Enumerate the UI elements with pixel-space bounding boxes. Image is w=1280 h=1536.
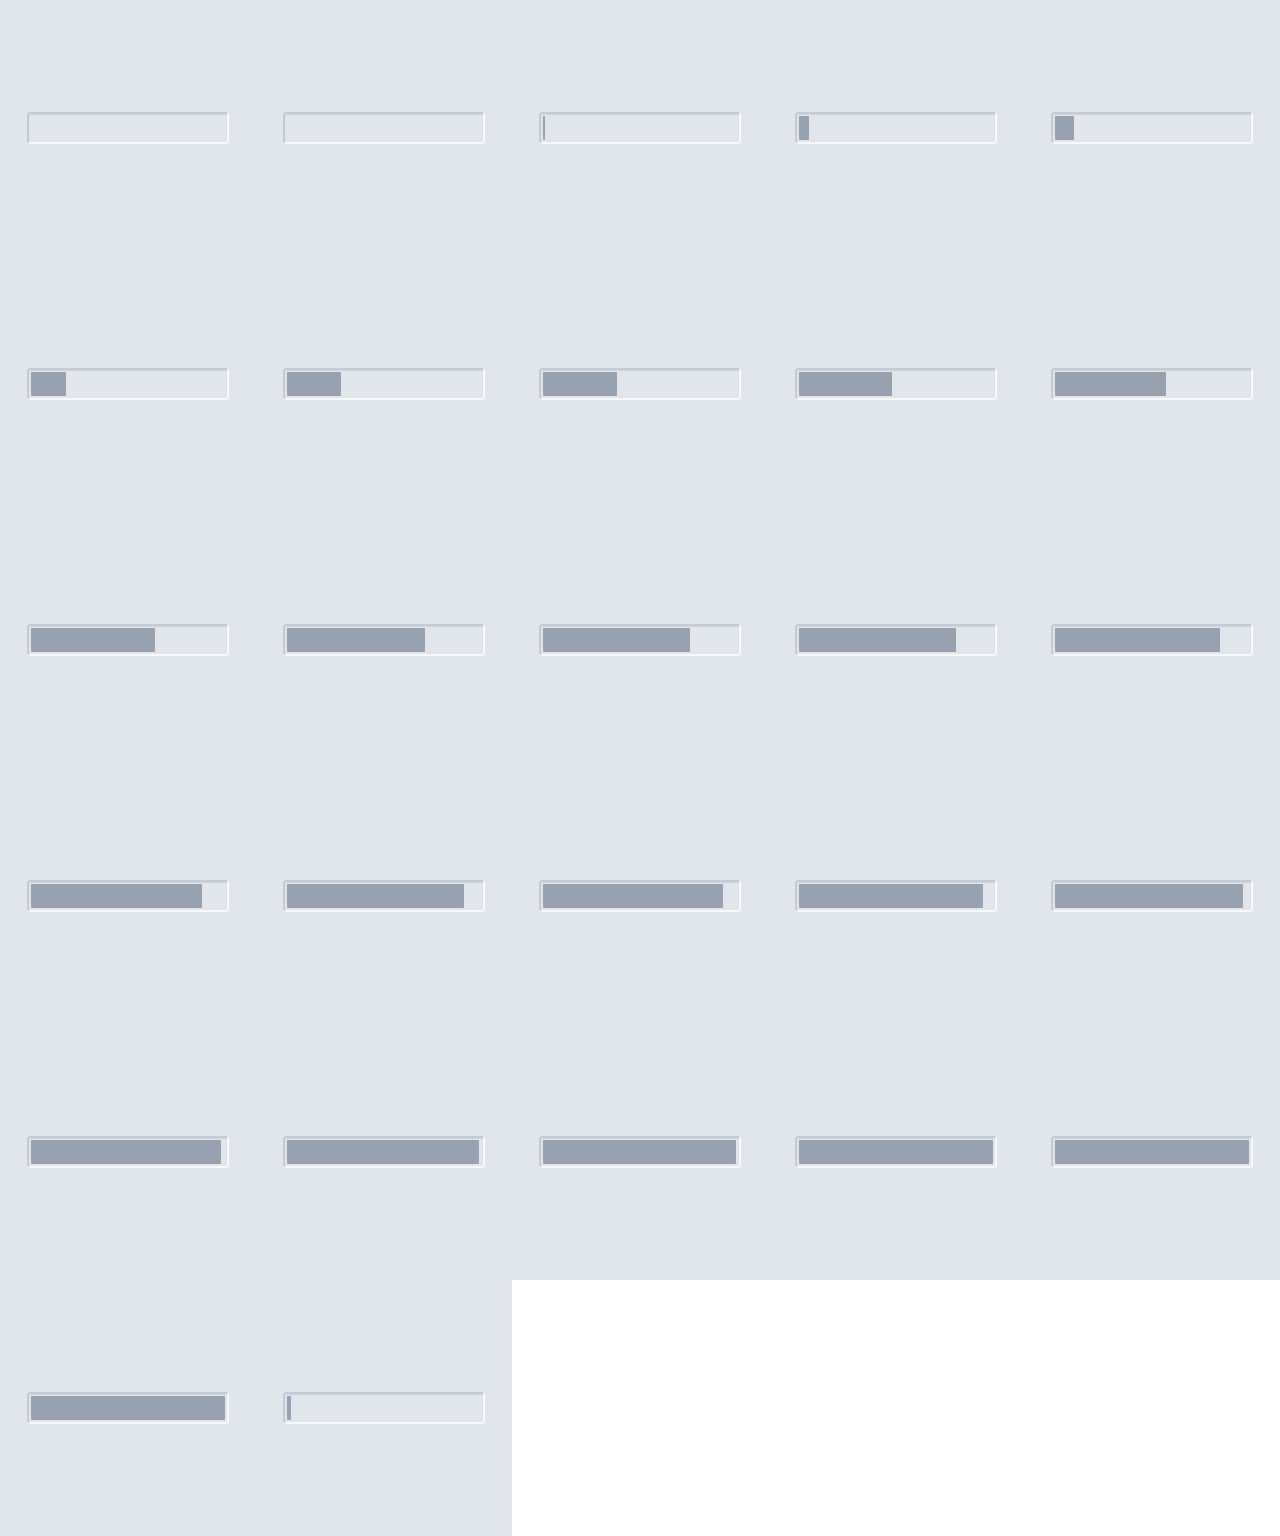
progress-fill: [31, 1396, 225, 1420]
progress-cell: [0, 1024, 256, 1280]
progress-cell: [768, 256, 1024, 512]
progress-bar: [27, 1136, 229, 1168]
progress-cell: [0, 768, 256, 1024]
progress-bar: [283, 880, 485, 912]
progress-cell: [768, 768, 1024, 1024]
progress-fill: [799, 372, 892, 396]
progress-bar: [539, 1136, 741, 1168]
progress-cell: [256, 0, 512, 256]
progress-bar: [283, 368, 485, 400]
progress-bar: [27, 880, 229, 912]
progress-fill: [1055, 372, 1166, 396]
progress-fill: [287, 1140, 479, 1164]
progress-bar: [283, 1392, 485, 1424]
progress-cell: [0, 1280, 256, 1536]
progress-fill: [287, 628, 425, 652]
progress-fill: [31, 884, 202, 908]
progress-cell: [512, 256, 768, 512]
progress-cell: [0, 0, 256, 256]
progress-bar: [283, 112, 485, 144]
progress-bar: [1051, 624, 1253, 656]
progress-fill: [799, 1140, 993, 1164]
progress-bar: [795, 112, 997, 144]
progress-fill: [31, 372, 66, 396]
progress-fill: [543, 1140, 736, 1164]
progress-bar: [1051, 112, 1253, 144]
progress-cell: [1024, 512, 1280, 768]
progress-cell: [0, 512, 256, 768]
progress-fill: [543, 116, 545, 140]
progress-fill: [543, 628, 690, 652]
progress-bar: [795, 1136, 997, 1168]
progress-cell: [1024, 768, 1280, 1024]
progress-fill: [287, 1396, 291, 1420]
progress-cell: [768, 512, 1024, 768]
progress-bar: [539, 624, 741, 656]
progress-fill: [1055, 116, 1074, 140]
progress-cell: [256, 1024, 512, 1280]
progress-cell: [1024, 1024, 1280, 1280]
progress-bar-sheet: [0, 0, 1280, 1536]
progress-fill: [799, 884, 983, 908]
progress-cell: [768, 1024, 1024, 1280]
progress-bar: [27, 112, 229, 144]
progress-cell: [256, 768, 512, 1024]
progress-bar: [1051, 368, 1253, 400]
progress-cell: [512, 0, 768, 256]
progress-fill: [799, 628, 956, 652]
progress-fill: [1055, 884, 1243, 908]
progress-bar: [539, 112, 741, 144]
progress-cell: [1024, 0, 1280, 256]
progress-fill: [543, 372, 617, 396]
progress-fill: [1055, 628, 1220, 652]
progress-bar: [539, 368, 741, 400]
progress-bar: [795, 368, 997, 400]
progress-cell: [512, 512, 768, 768]
progress-fill: [31, 628, 155, 652]
progress-bar: [27, 1392, 229, 1424]
progress-fill: [543, 884, 723, 908]
progress-fill: [287, 372, 341, 396]
progress-fill: [1055, 1140, 1249, 1164]
progress-bar: [539, 880, 741, 912]
progress-bar: [283, 1136, 485, 1168]
progress-cell: [256, 512, 512, 768]
progress-bar: [1051, 880, 1253, 912]
progress-bar: [795, 624, 997, 656]
progress-cell: [256, 256, 512, 512]
progress-cell: [256, 1280, 512, 1536]
progress-bar: [27, 624, 229, 656]
progress-fill: [31, 1140, 221, 1164]
progress-cell: [1024, 256, 1280, 512]
progress-cell: [512, 1024, 768, 1280]
progress-fill: [799, 116, 809, 140]
progress-bar: [1051, 1136, 1253, 1168]
progress-bar: [283, 624, 485, 656]
progress-bar: [795, 880, 997, 912]
progress-cell: [0, 256, 256, 512]
progress-bar: [27, 368, 229, 400]
progress-fill: [287, 884, 464, 908]
progress-cell: [512, 768, 768, 1024]
progress-cell: [768, 0, 1024, 256]
